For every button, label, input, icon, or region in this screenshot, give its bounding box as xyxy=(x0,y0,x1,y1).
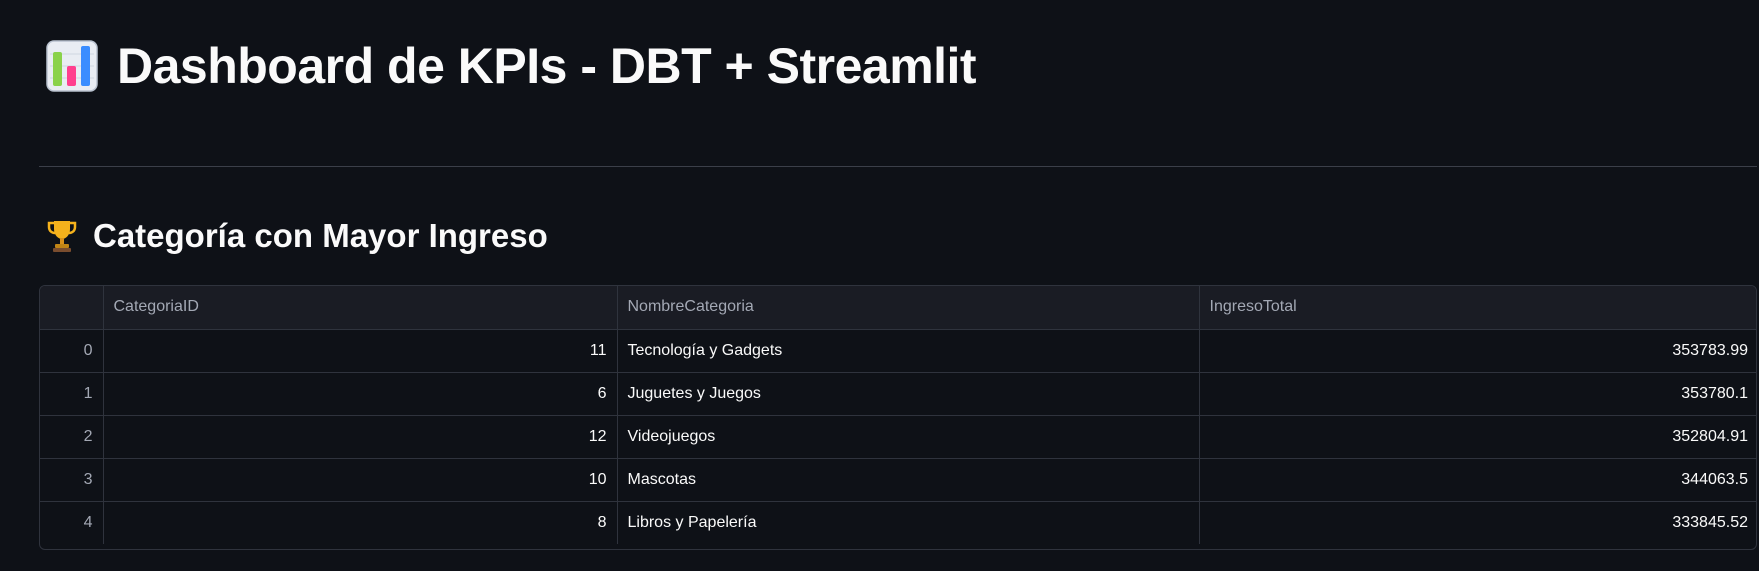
page-header: Dashboard de KPIs - DBT + Streamlit xyxy=(45,36,977,96)
table-row[interactable]: 3 10 Mascotas 344063.5 xyxy=(40,458,1756,502)
row-index: 2 xyxy=(40,415,104,459)
cell-nombrecategoria[interactable]: Libros y Papelería xyxy=(617,501,1200,544)
row-index: 4 xyxy=(40,501,104,544)
row-index: 1 xyxy=(40,372,104,416)
cell-ingresototal[interactable]: 344063.5 xyxy=(1199,458,1756,502)
column-header-ingresototal[interactable]: IngresoTotal xyxy=(1199,286,1756,330)
page-title: Dashboard de KPIs - DBT + Streamlit xyxy=(117,38,977,94)
cell-ingresototal[interactable]: 353783.99 xyxy=(1199,329,1756,373)
cell-categoriaid[interactable]: 11 xyxy=(103,329,618,373)
cell-categoriaid[interactable]: 10 xyxy=(103,458,618,502)
cell-nombrecategoria[interactable]: Videojuegos xyxy=(617,415,1200,459)
column-header-nombrecategoria[interactable]: NombreCategoria xyxy=(617,286,1200,330)
section-header: Categoría con Mayor Ingreso xyxy=(45,216,548,256)
bar-chart-icon xyxy=(45,39,99,93)
table-row[interactable]: 1 6 Juguetes y Juegos 353780.1 xyxy=(40,372,1756,416)
cell-ingresototal[interactable]: 352804.91 xyxy=(1199,415,1756,459)
cell-nombrecategoria[interactable]: Mascotas xyxy=(617,458,1200,502)
table-header-row: CategoriaID NombreCategoria IngresoTotal xyxy=(40,286,1756,330)
row-index: 0 xyxy=(40,329,104,373)
row-index: 3 xyxy=(40,458,104,502)
cell-nombrecategoria[interactable]: Tecnología y Gadgets xyxy=(617,329,1200,373)
cell-ingresototal[interactable]: 333845.52 xyxy=(1199,501,1756,544)
data-table[interactable]: CategoriaID NombreCategoria IngresoTotal… xyxy=(39,285,1757,550)
cell-categoriaid[interactable]: 6 xyxy=(103,372,618,416)
trophy-icon xyxy=(45,218,79,254)
section-title: Categoría con Mayor Ingreso xyxy=(93,217,548,254)
cell-categoriaid[interactable]: 12 xyxy=(103,415,618,459)
table-row[interactable]: 4 8 Libros y Papelería 333845.52 xyxy=(40,501,1756,544)
cell-ingresototal[interactable]: 353780.1 xyxy=(1199,372,1756,416)
app-page: Dashboard de KPIs - DBT + Streamlit Cate… xyxy=(0,0,1759,571)
cell-nombrecategoria[interactable]: Juguetes y Juegos xyxy=(617,372,1200,416)
header-divider xyxy=(39,166,1757,167)
table-row[interactable]: 0 11 Tecnología y Gadgets 353783.99 xyxy=(40,329,1756,373)
table-row[interactable]: 2 12 Videojuegos 352804.91 xyxy=(40,415,1756,459)
column-header-categoriaid[interactable]: CategoriaID xyxy=(103,286,618,330)
column-header-index[interactable] xyxy=(40,286,104,330)
cell-categoriaid[interactable]: 8 xyxy=(103,501,618,544)
